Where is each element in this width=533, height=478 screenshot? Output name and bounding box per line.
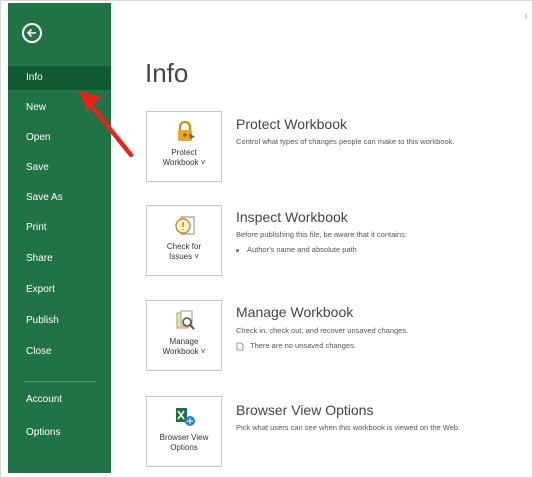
browser-view-options-label: Browser View Options [147,433,221,453]
browser-view-options-description: Pick what users can see when this workbo… [236,423,461,432]
red-annotation-arrow-icon [79,91,134,158]
check-for-issues-label-line2: Issues ˅ [168,252,199,261]
document-icon [236,342,244,350]
page-title: Info [145,58,189,88]
browser-view-options-button[interactable]: Browser View Options [146,396,222,467]
browser-view-options-label-line2: Options [170,443,198,452]
backstage-sidebar: Info New Open Save Save As Print Share E… [8,3,111,473]
nav-item-options[interactable]: Options [8,421,111,445]
manage-workbook-bullet-text: There are no unsaved changes. [250,341,356,350]
browser-view-options-label-line1: Browser View [159,433,209,442]
protect-workbook-label-line1: Protect [171,148,197,157]
inspect-workbook-title: Inspect Workbook [236,209,348,225]
manage-workbook-label-line2: Workbook ˅ [162,347,206,356]
inspect-workbook-description: Before publishing this file, be aware th… [236,230,407,239]
check-for-issues-button[interactable]: Check for Issues ˅ [146,205,222,276]
check-for-issues-label-line1: Check for [166,242,202,251]
check-for-issues-label: Check for Issues ˅ [147,242,221,262]
manage-workbook-icon [176,310,195,330]
nav-item-export[interactable]: Export [8,278,111,302]
nav-item-account[interactable]: Account [8,388,111,412]
nav-item-share[interactable]: Share [8,247,111,271]
browser-view-icon [176,408,195,426]
manage-workbook-label: Manage Workbook ˅ [147,337,221,357]
manage-workbook-description: Check in, check out, and recover unsaved… [236,326,409,335]
manage-workbook-title: Manage Workbook [236,304,354,320]
protect-workbook-title: Protect Workbook [236,116,348,132]
corner-mark: I [525,14,527,21]
nav-item-close[interactable]: Close [8,340,111,364]
nav-item-print[interactable]: Print [8,216,111,240]
manage-workbook-button[interactable]: Manage Workbook ˅ [146,300,222,371]
protect-workbook-description: Control what types of changes people can… [236,137,455,146]
back-button[interactable] [22,23,42,43]
protect-workbook-label-line2: Workbook ˅ [162,158,206,167]
bullet-square-icon [236,248,239,252]
manage-workbook-bullet: There are no unsaved changes. [236,341,356,351]
manage-workbook-label-line1: Manage [169,337,199,346]
protect-workbook-label: Protect Workbook ˅ [147,148,221,168]
protect-workbook-button[interactable]: Protect Workbook ˅ [146,111,222,182]
inspect-workbook-bullet-text: Author's name and absolute path [247,245,357,254]
browser-view-options-title: Browser View Options [236,402,374,418]
inspect-icon [175,216,195,235]
nav-item-publish[interactable]: Publish [8,309,111,333]
back-arrow-icon [26,28,36,38]
inspect-workbook-bullet: Author's name and absolute path [236,245,357,254]
lock-icon [178,120,195,141]
nav-divider [24,381,96,382]
nav-item-save-as[interactable]: Save As [8,186,111,210]
